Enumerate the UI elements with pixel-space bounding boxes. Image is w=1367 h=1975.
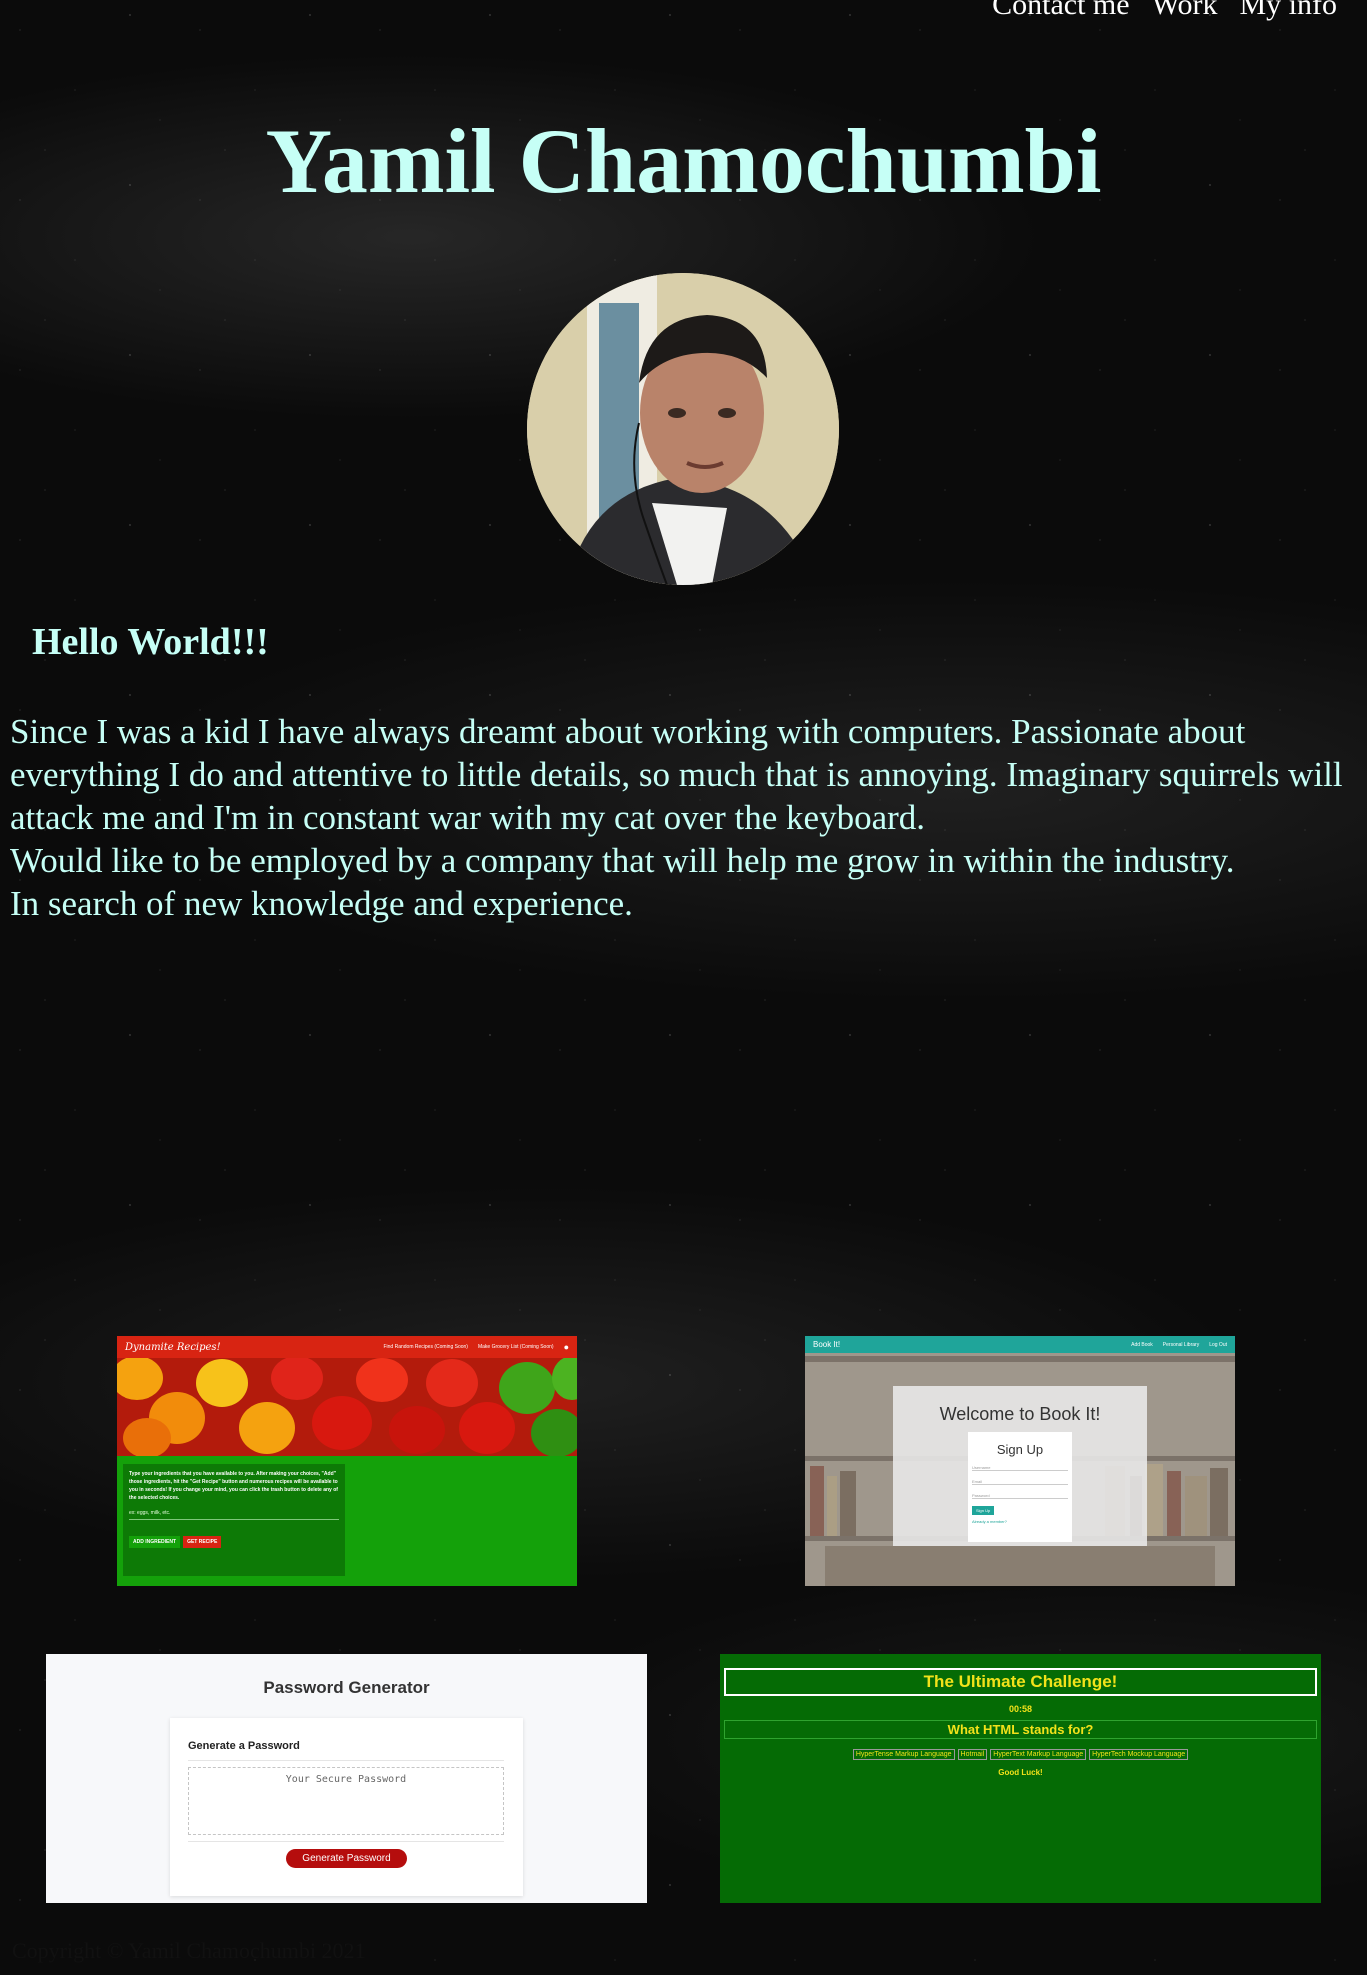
project-card-ultimate-challenge[interactable]: The Ultimate Challenge! 00:58 What HTML …: [720, 1654, 1321, 1903]
recipe-ingredient-input[interactable]: ex: eggs, milk, etc.: [129, 1510, 339, 1520]
generate-password-button[interactable]: Generate Password: [286, 1849, 407, 1868]
peppers-banner: [117, 1358, 577, 1456]
recipe-nav-grocery: Make Grocery List (Coming Soon): [477, 1344, 554, 1350]
bio-paragraph: In search of new knowledge and experienc…: [10, 884, 633, 923]
page-title: Yamil Chamochumbi: [265, 110, 1102, 212]
add-ingredient-button[interactable]: ADD INGREDIENT: [129, 1536, 181, 1548]
project-card-book-it[interactable]: Book It! Add Book Personal Library Log O…: [805, 1336, 1235, 1586]
bookit-welcome-heading: Welcome to Book It!: [939, 1404, 1101, 1424]
nav-my-info[interactable]: My info: [1240, 0, 1338, 22]
recipe-description: Type your ingredients that you have avai…: [129, 1471, 338, 1501]
quiz-answer-button[interactable]: HyperTech Mockup Language: [1089, 1749, 1189, 1760]
bookit-nav-add: Add Book: [1131, 1341, 1153, 1348]
footer-text: Copyright © Yamil Chamochumbi 2021: [12, 1938, 366, 1963]
bookit-member-link[interactable]: Already a member?: [972, 1519, 1068, 1524]
bookit-brand: Book It!: [813, 1340, 841, 1349]
recipe-nav-random: Find Random Recipes (Coming Soon): [383, 1344, 468, 1350]
profile-photo: [527, 273, 839, 585]
bookit-nav-logout: Log Out: [1209, 1341, 1227, 1348]
nav-contact-me[interactable]: Contact me: [992, 0, 1129, 22]
bookit-email-field[interactable]: Email: [972, 1479, 1068, 1485]
project-card-dynamite-recipes[interactable]: Dynamite Recipes! Find Random Recipes (C…: [117, 1336, 577, 1586]
password-output[interactable]: Your Secure Password: [188, 1767, 504, 1835]
greeting-heading: Hello World!!!: [32, 621, 269, 663]
bio-paragraph: Since I was a kid I have always dreamt a…: [10, 712, 1343, 837]
nav-work[interactable]: Work: [1152, 0, 1218, 22]
bio-text: Since I was a kid I have always dreamt a…: [10, 710, 1360, 925]
bookit-signup-title: Sign Up: [996, 1442, 1044, 1457]
quiz-answer-button[interactable]: Hotmail: [957, 1749, 988, 1760]
recipe-brand: Dynamite Recipes!: [125, 1341, 221, 1353]
password-page-title: Password Generator: [263, 1678, 430, 1697]
quiz-answer-button[interactable]: HyperText Markup Language: [990, 1749, 1087, 1760]
apple-icon: ●: [563, 1342, 569, 1352]
bookit-username-field[interactable]: Username: [972, 1465, 1068, 1471]
quiz-timer: 00:58: [1008, 1704, 1033, 1714]
quiz-question: What HTML stands for?: [724, 1720, 1317, 1739]
get-recipe-button[interactable]: GET RECIPE: [183, 1536, 222, 1548]
password-card-title: Generate a Password: [188, 1740, 504, 1761]
top-nav: Contact me Work My info: [992, 0, 1337, 22]
quiz-title: The Ultimate Challenge!: [724, 1668, 1317, 1696]
quiz-message: Good Luck!: [998, 1768, 1043, 1777]
bookit-password-field[interactable]: Password: [972, 1493, 1068, 1499]
bookit-signup-button[interactable]: Sign Up: [972, 1506, 995, 1515]
project-card-password-generator[interactable]: Password Generator Generate a Password Y…: [46, 1654, 647, 1903]
bookit-nav-library: Personal Library: [1162, 1341, 1200, 1348]
quiz-answer-button[interactable]: HyperTense Markup Language: [852, 1749, 955, 1760]
bio-paragraph: Would like to be employed by a company t…: [10, 841, 1235, 880]
